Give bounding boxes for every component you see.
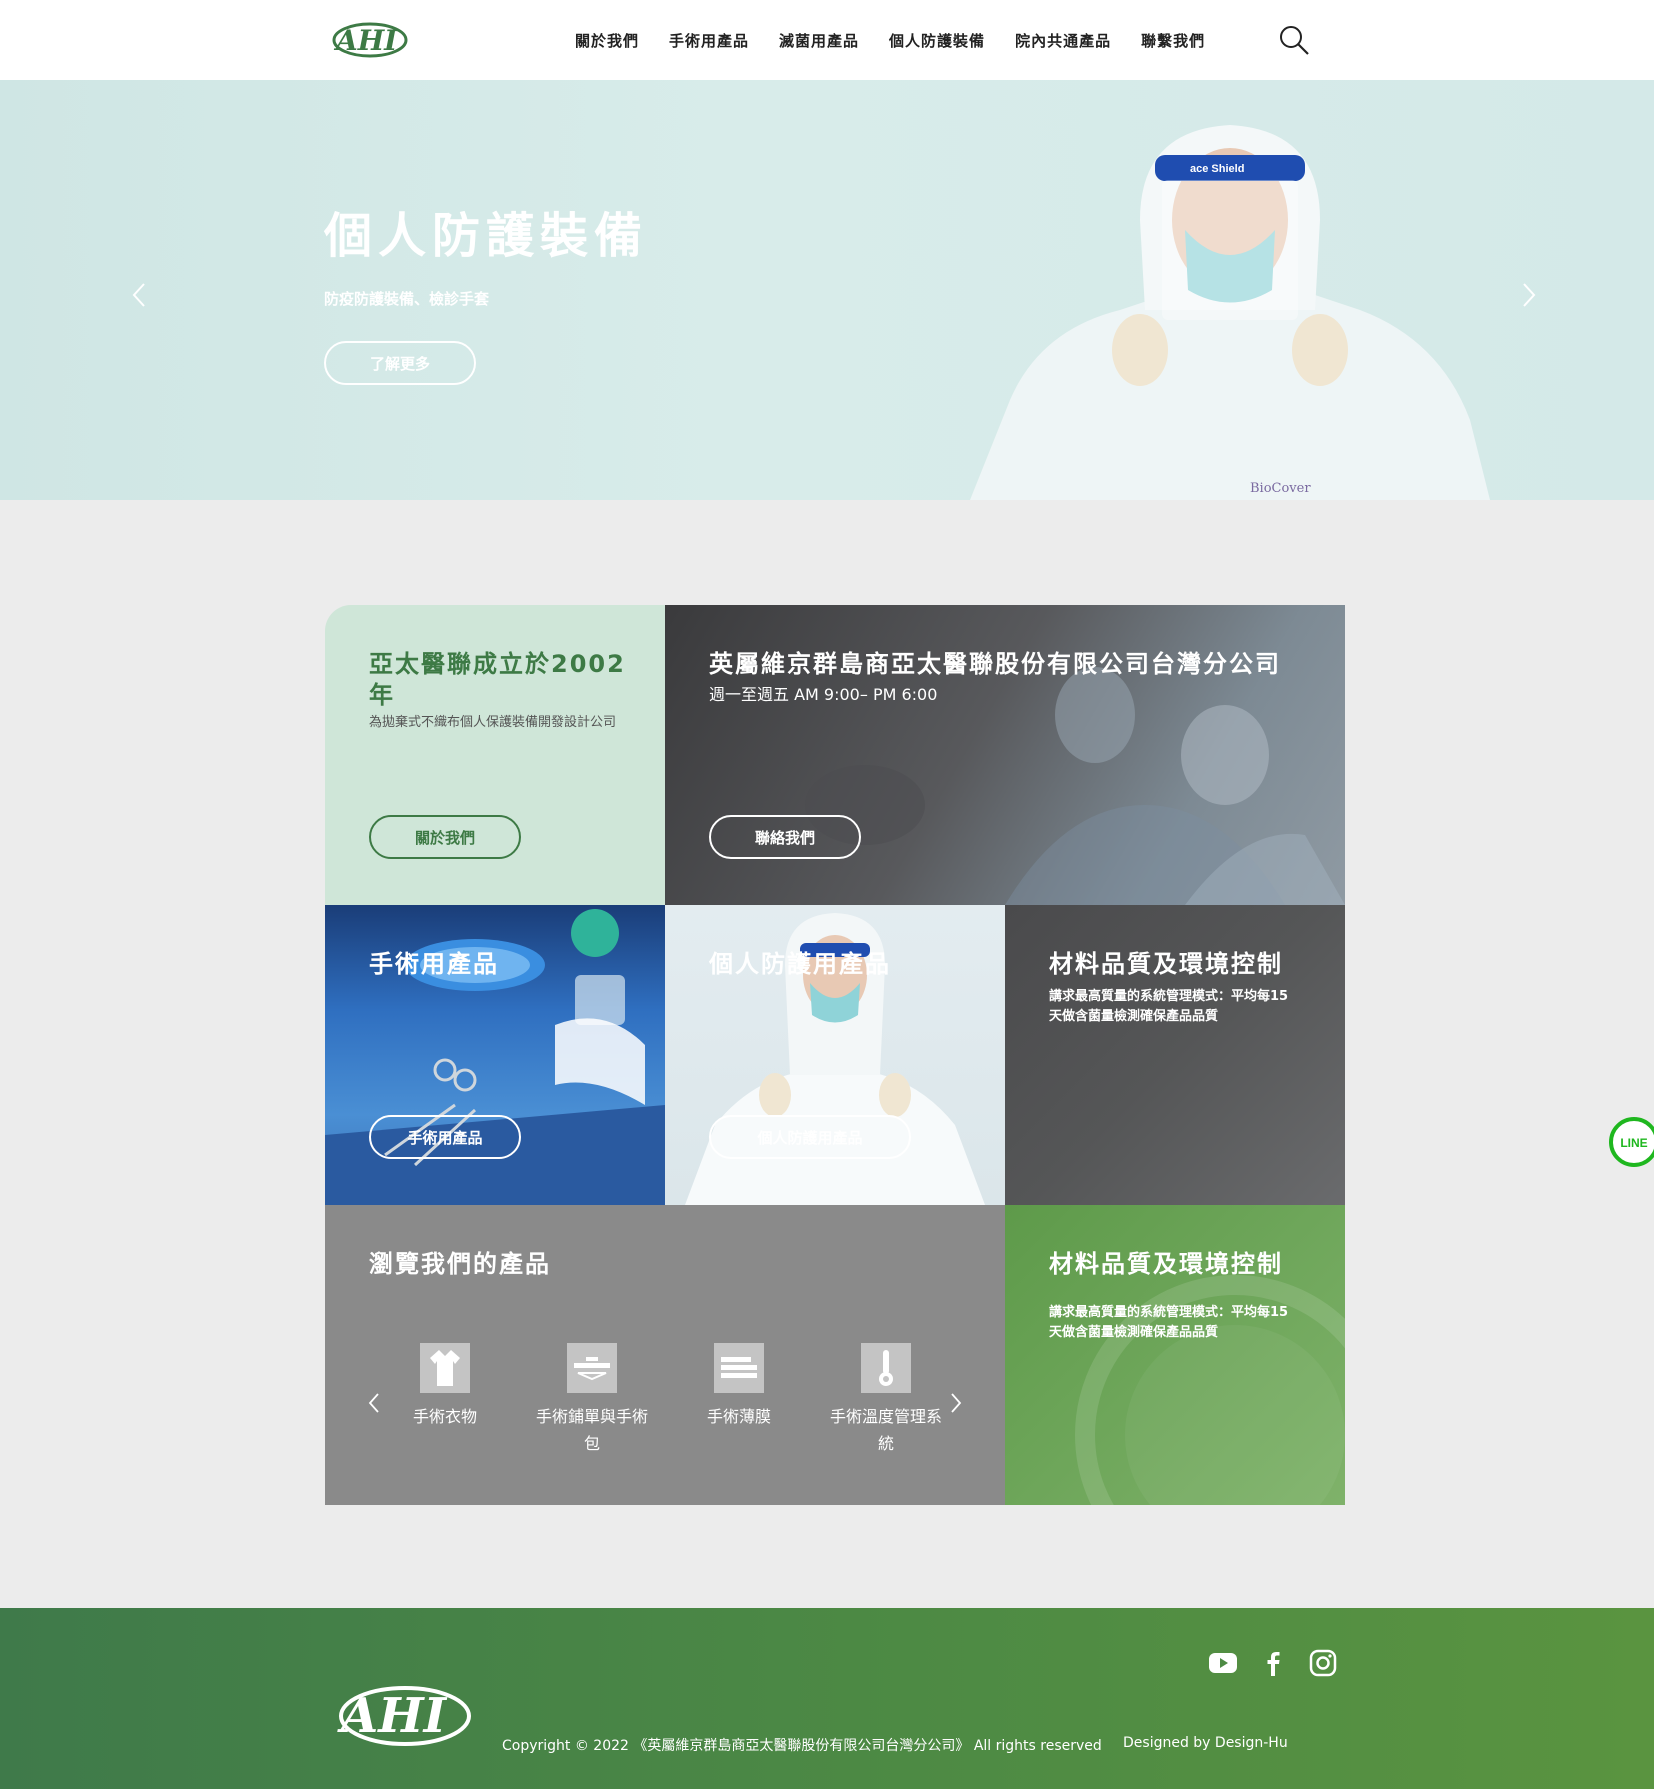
product-temperature-system[interactable]: 手術溫度管理系統 [826,1343,946,1457]
gown-icon [420,1343,470,1393]
product-surgical-drape[interactable]: 手術鋪單與手術包 [532,1343,652,1457]
ppe-title: 個人防護用產品 [709,950,891,978]
ppe-button[interactable]: 個人防護用產品 [709,1115,911,1159]
hero-banner: ace Shield BioCover 個人防護裝備 防疫防護裝備、檢診手套 了… [0,80,1654,500]
contact-button[interactable]: 聯絡我們 [709,815,861,859]
nav-sterilization[interactable]: 滅菌用產品 [779,30,859,51]
quality2-title: 材料品質及環境控制 [1049,1250,1283,1278]
svg-text:LINE: LINE [1620,1136,1647,1150]
product-surgical-gown[interactable]: 手術衣物 [385,1343,505,1430]
thermometer-icon [861,1343,911,1393]
hero-title: 個人防護裝備 [324,208,649,264]
designer-credit[interactable]: Designed by Design-Hu [1123,1735,1288,1751]
product-label: 手術鋪單與手術包 [535,1407,648,1453]
chevron-right-icon[interactable] [1516,280,1540,310]
ahi-footer-logo[interactable]: AHI [325,1680,475,1750]
hero-learn-more-button[interactable]: 了解更多 [324,341,476,385]
search-icon[interactable] [1278,24,1310,56]
quality2-desc: 講求最高質量的系統管理模式：平均每15天做含菌量檢測確保產品品質 [1049,1305,1289,1340]
surgical-drape-icon [567,1343,617,1393]
instagram-icon[interactable] [1308,1648,1338,1678]
contact-card: 英屬維京群島商亞太醫聯股份有限公司台灣分公司 週一至週五 AM 9:00– PM… [665,605,1345,905]
product-carousel: 手術衣物 手術鋪單與手術包 手術薄膜 手術溫度管理系統 [385,1343,945,1463]
ppe-products-card: 個人防護用產品 個人防護用產品 [665,905,1005,1205]
ahi-logo[interactable]: AHI [326,18,410,62]
nav-hospital-common[interactable]: 院內共通產品 [1015,30,1111,51]
surgical-products-card: 手術用產品 手術用產品 [325,905,665,1205]
quality-card: 材料品質及環境控制 講求最高質量的系統管理模式：平均每15天做含菌量檢測確保產品… [1005,905,1345,1205]
feature-grid: 亞太醫聯成立於2002年 為拋棄式不織布個人保護裝備開發設計公司 關於我們 英屬… [325,605,1345,1505]
nav-about[interactable]: 關於我們 [575,30,639,51]
contact-hours: 週一至週五 AM 9:00– PM 6:00 [709,685,938,704]
contact-title: 英屬維京群島商亞太醫聯股份有限公司台灣分公司 [709,650,1281,678]
facebook-icon[interactable] [1258,1648,1288,1678]
product-label: 手術薄膜 [706,1407,771,1426]
main-nav: 關於我們 手術用產品 滅菌用產品 個人防護裝備 院內共通產品 聯繫我們 [575,0,1205,80]
about-button[interactable]: 關於我們 [369,815,521,859]
nav-ppe[interactable]: 個人防護裝備 [889,30,985,51]
chevron-right-icon[interactable] [949,1391,963,1415]
browse-title: 瀏覽我們的產品 [369,1250,551,1278]
surgical-button[interactable]: 手術用產品 [369,1115,521,1159]
surgical-title: 手術用產品 [369,950,499,978]
chevron-left-icon[interactable] [367,1391,381,1415]
quality-desc: 講求最高質量的系統管理模式：平均每15天做含菌量檢測確保產品品質 [1049,989,1289,1024]
about-card: 亞太醫聯成立於2002年 為拋棄式不織布個人保護裝備開發設計公司 關於我們 [325,605,665,905]
nav-contact[interactable]: 聯繫我們 [1141,30,1205,51]
about-title: 亞太醫聯成立於2002年 [369,650,626,709]
line-chat-icon[interactable]: LINE [1608,1116,1654,1168]
hero-ppe-person-image: ace Shield BioCover [970,125,1490,500]
quality-card-green: 材料品質及環境控制 講求最高質量的系統管理模式：平均每15天做含菌量檢測確保產品… [1005,1205,1345,1505]
svg-text:AHI: AHI [337,1688,448,1744]
svg-text:BioCover: BioCover [1250,481,1311,496]
hero-subtitle: 防疫防護裝備、檢診手套 [324,290,490,308]
social-links [1208,1648,1338,1678]
site-header: AHI 關於我們 手術用產品 滅菌用產品 個人防護裝備 院內共通產品 聯繫我們 [0,0,1654,80]
nav-surgical[interactable]: 手術用產品 [669,30,749,51]
product-surgical-film[interactable]: 手術薄膜 [679,1343,799,1430]
site-footer: AHI Copyright © 2022 《英屬維京群島商亞太醫聯股份有限公司台… [0,1608,1654,1789]
film-icon [714,1343,764,1393]
quality-title: 材料品質及環境控制 [1049,950,1283,978]
youtube-icon[interactable] [1208,1648,1238,1678]
svg-text:AHI: AHI [333,24,398,57]
svg-text:ace Shield: ace Shield [1190,163,1244,175]
browse-products-card: 瀏覽我們的產品 手術衣物 手術鋪單與手術包 手術薄膜 手術溫度管理系統 [325,1205,1005,1505]
chevron-left-icon[interactable] [128,280,152,310]
product-label: 手術溫度管理系統 [829,1407,942,1453]
product-label: 手術衣物 [412,1407,477,1426]
copyright-text: Copyright © 2022 《英屬維京群島商亞太醫聯股份有限公司台灣分公司… [502,1738,1102,1754]
about-desc: 為拋棄式不織布個人保護裝備開發設計公司 [369,715,617,730]
